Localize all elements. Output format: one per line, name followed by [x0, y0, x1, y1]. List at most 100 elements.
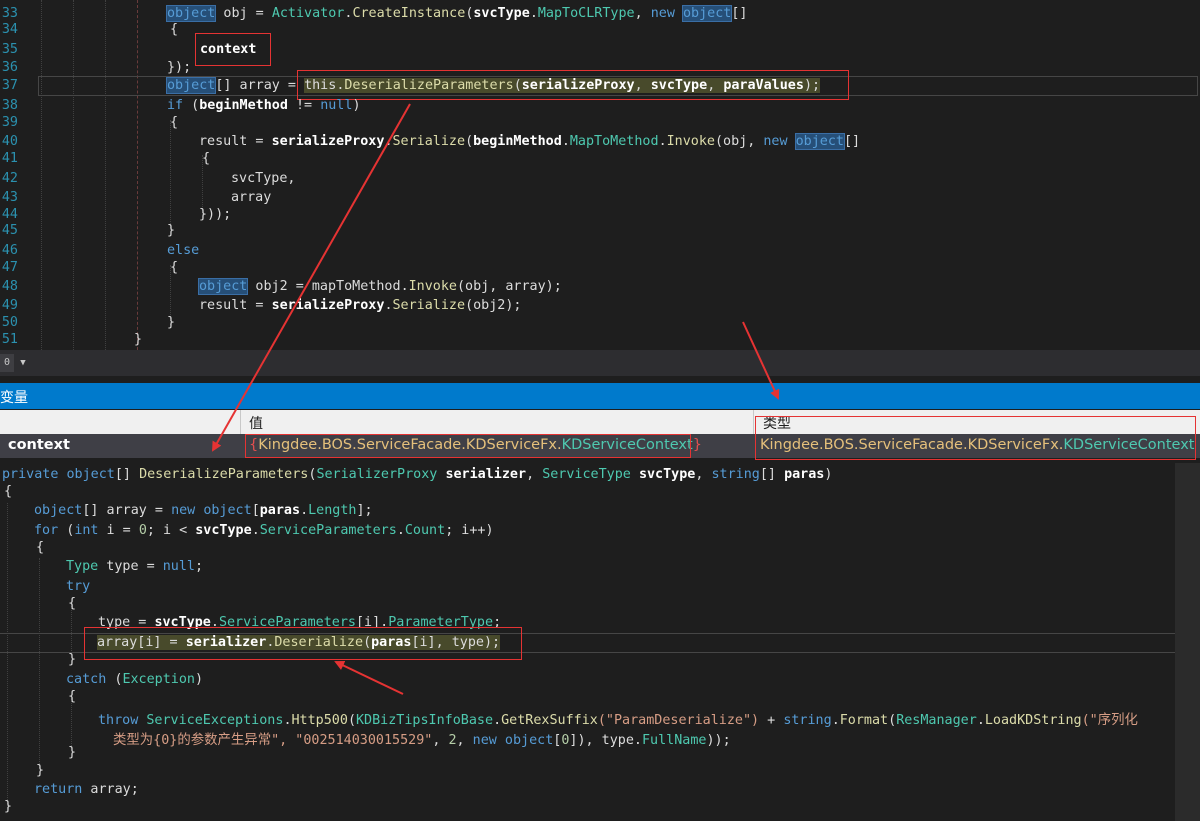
line-number: 39: [1, 115, 18, 130]
code-text: (: [58, 523, 75, 538]
code-variable: svcType: [473, 6, 530, 21]
indent-guide: [170, 120, 171, 230]
code-method: Format: [839, 713, 889, 728]
code-text: ,: [432, 733, 449, 748]
editor-horizontal-bar: 0 ▼: [0, 350, 1200, 376]
code-member: ServiceParameters: [259, 523, 397, 538]
code-brace: }: [4, 799, 13, 814]
code-text: []: [114, 467, 140, 482]
code-line-48: object obj2 = mapToMethod.Invoke(obj, ar…: [197, 278, 562, 295]
code-keyword: object: [66, 467, 115, 482]
value-annotation-box: [245, 434, 691, 458]
code-text: ; i <: [146, 523, 196, 538]
code-text: (: [347, 713, 356, 728]
code-text: array;: [82, 782, 139, 797]
code-keyword: object: [34, 503, 83, 518]
code-text: (: [106, 672, 123, 687]
code-text: ,: [526, 467, 543, 482]
code-text: ): [352, 98, 361, 113]
line-number: 48: [1, 279, 18, 294]
code-text: .: [251, 523, 260, 538]
zoom-level-button[interactable]: 0: [0, 354, 14, 372]
code-type: Exception: [122, 672, 195, 687]
column-divider[interactable]: [240, 410, 241, 434]
code-text: (obj, array);: [457, 279, 562, 294]
code-text: ];: [356, 503, 373, 518]
code-text: .: [384, 134, 393, 149]
code-brace: }: [68, 745, 77, 760]
code-method: CreateInstance: [352, 6, 466, 21]
throw-line: throw ServiceExceptions.Http500(KDBizTip…: [98, 708, 1138, 728]
code-text: ,: [695, 467, 712, 482]
line-number: 40: [1, 134, 18, 149]
locals-panel-titlebar: 变量: [0, 383, 1200, 409]
code-method: DeserializeParameters: [139, 467, 309, 482]
code-text: obj2 =: [247, 279, 312, 294]
code-method: Http500: [291, 713, 348, 728]
code-variable: mapToMethod: [311, 279, 401, 294]
deserialize-call-annotation-box: [297, 70, 849, 100]
code-keyword: return: [34, 782, 83, 797]
code-brace: {: [68, 689, 77, 704]
editor-scroll-strip[interactable]: [1175, 463, 1200, 821]
code-variable: beginMethod: [473, 134, 562, 149]
code-keyword: new: [171, 503, 196, 518]
code-line-42: svcType,: [231, 171, 296, 186]
code-text: .: [561, 134, 570, 149]
code-line-43: array: [231, 190, 272, 205]
code-text: i =: [98, 523, 139, 538]
code-method: LoadKDString: [984, 713, 1082, 728]
code-text: []: [759, 467, 785, 482]
code-text: (obj,: [715, 134, 764, 149]
code-text: ): [195, 672, 204, 687]
code-brace: {: [4, 484, 13, 499]
code-type: Activator: [271, 6, 345, 21]
try-keyword: try: [66, 579, 91, 594]
code-keyword: new: [650, 6, 675, 21]
code-string: ("ParamDeserialize"): [597, 713, 760, 728]
code-text: ,: [634, 6, 651, 21]
code-keyword: catch: [66, 672, 107, 687]
code-text: .: [529, 6, 538, 21]
code-text: [] array =: [215, 78, 305, 93]
code-text: .: [283, 713, 292, 728]
code-variable: serializeProxy: [271, 134, 385, 149]
code-line-45: }: [167, 223, 176, 238]
code-variable: serializeProxy: [271, 298, 385, 313]
line-number: 38: [1, 98, 18, 113]
code-type: ServiceType: [542, 467, 631, 482]
chevron-down-icon[interactable]: ▼: [16, 354, 30, 372]
code-text: .: [493, 713, 502, 728]
code-text: (: [465, 134, 474, 149]
code-number: 2: [448, 733, 457, 748]
line-number: 44: [1, 207, 18, 222]
code-keyword: string: [783, 713, 832, 728]
type-annotation-box: [755, 416, 1196, 460]
code-line-40: result = serializeProxy.Serialize(beginM…: [199, 133, 860, 150]
code-line-50: }: [167, 315, 176, 330]
object-keyword: object: [794, 133, 846, 150]
code-keyword: if: [167, 98, 184, 113]
code-variable: paras: [259, 503, 301, 518]
code-method: GetRexSuffix: [501, 713, 598, 728]
code-variable: svcType: [195, 523, 252, 538]
line-number: 51: [1, 332, 18, 347]
code-text: obj =: [215, 6, 272, 21]
code-text: [: [251, 503, 260, 518]
code-keyword: for: [34, 523, 59, 538]
indent-guide: [39, 558, 40, 768]
column-divider[interactable]: [753, 410, 754, 434]
code-line-38: if (beginMethod != null): [167, 98, 361, 113]
code-variable: svcType: [638, 467, 696, 482]
code-line-36: });: [167, 60, 192, 75]
code-keyword: string: [711, 467, 760, 482]
line-number: 35: [1, 42, 18, 57]
indent-guide: [137, 0, 138, 350]
code-keyword: throw: [98, 713, 139, 728]
line-number: 36: [1, 60, 18, 75]
indent-guide: [7, 503, 8, 808]
top-code-editor[interactable]: 33 34 35 36 37 38 39 40 41 42 43 44 45 4…: [0, 0, 1200, 350]
column-header-value[interactable]: 值: [249, 413, 263, 433]
code-type: SerializerProxy: [316, 467, 438, 482]
code-line-34: {: [170, 22, 179, 37]
